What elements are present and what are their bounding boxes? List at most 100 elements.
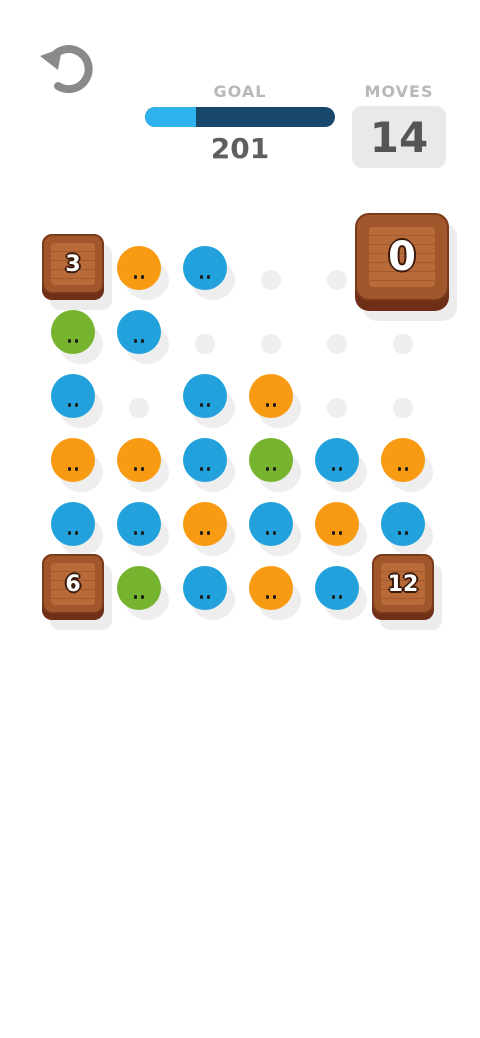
green-ball[interactable] [51, 310, 103, 364]
ball-body [249, 374, 293, 418]
orange-ball[interactable] [117, 246, 169, 300]
orange-ball[interactable] [381, 438, 433, 492]
ball-eye [207, 403, 210, 407]
ball-body [51, 310, 95, 354]
orange-ball[interactable] [117, 438, 169, 492]
crate-counter: 12 [387, 571, 419, 597]
orange-ball[interactable] [315, 502, 367, 556]
empty-cell[interactable] [195, 334, 215, 354]
ball-body [249, 438, 293, 482]
ball-eye [273, 595, 276, 599]
empty-cell[interactable] [327, 398, 347, 418]
blue-ball[interactable] [117, 502, 169, 556]
green-ball[interactable] [117, 566, 169, 620]
blue-ball[interactable] [249, 502, 301, 556]
blue-ball[interactable] [315, 566, 367, 620]
ball-eye [141, 531, 144, 535]
empty-cell[interactable] [393, 334, 413, 354]
blue-ball[interactable] [315, 438, 367, 492]
wooden-crate: 3 [42, 234, 114, 310]
ball-eye [207, 467, 210, 471]
empty-cell[interactable] [327, 270, 347, 290]
ball-body [183, 246, 227, 290]
ball-eye [332, 595, 335, 599]
ball-eye [332, 531, 335, 535]
ball-body [315, 566, 359, 610]
ball-eye [134, 531, 137, 535]
ball-body [51, 374, 95, 418]
blue-ball[interactable] [381, 502, 433, 556]
ball-body [51, 438, 95, 482]
ball-eye [405, 531, 408, 535]
ball-eye [134, 595, 137, 599]
ball-eye [266, 531, 269, 535]
ball-eye [75, 467, 78, 471]
empty-cell[interactable] [393, 398, 413, 418]
ball-body [183, 438, 227, 482]
empty-cell[interactable] [129, 398, 149, 418]
ball-eye [68, 467, 71, 471]
ball-eye [141, 339, 144, 343]
ball-eye [141, 467, 144, 471]
orange-ball[interactable] [183, 502, 235, 556]
ball-eye [207, 275, 210, 279]
blue-ball[interactable] [183, 374, 235, 428]
ball-eye [134, 275, 137, 279]
ball-eye [68, 339, 71, 343]
ball-eye [332, 467, 335, 471]
ball-eye [200, 275, 203, 279]
ball-body [249, 502, 293, 546]
blue-ball[interactable] [117, 310, 169, 364]
ball-eye [68, 531, 71, 535]
ball-eye [398, 467, 401, 471]
blue-ball[interactable] [183, 566, 235, 620]
ball-eye [75, 531, 78, 535]
ball-eye [200, 595, 203, 599]
ball-body [117, 566, 161, 610]
blue-ball[interactable] [51, 502, 103, 556]
ball-eye [68, 403, 71, 407]
empty-cell[interactable] [261, 334, 281, 354]
crate-counter: 0 [388, 234, 416, 280]
green-ball[interactable] [249, 438, 301, 492]
blue-ball[interactable] [183, 246, 235, 300]
blue-ball[interactable] [51, 374, 103, 428]
blue-ball[interactable] [183, 438, 235, 492]
ball-body [51, 502, 95, 546]
ball-eye [200, 403, 203, 407]
orange-ball[interactable] [51, 438, 103, 492]
ball-eye [273, 403, 276, 407]
ball-body [117, 246, 161, 290]
wooden-crate: 0 [355, 213, 459, 321]
ball-eye [266, 403, 269, 407]
game-board: 3 0 6 12 [0, 0, 480, 1038]
wooden-crate: 12 [372, 554, 444, 630]
ball-eye [200, 531, 203, 535]
ball-body [183, 374, 227, 418]
crate-counter: 6 [65, 571, 81, 597]
ball-body [117, 438, 161, 482]
ball-eye [75, 339, 78, 343]
ball-eye [207, 595, 210, 599]
wooden-crate: 6 [42, 554, 114, 630]
ball-eye [339, 467, 342, 471]
ball-eye [266, 467, 269, 471]
ball-eye [200, 467, 203, 471]
ball-eye [75, 403, 78, 407]
ball-eye [273, 467, 276, 471]
ball-eye [405, 467, 408, 471]
orange-ball[interactable] [249, 566, 301, 620]
ball-body [381, 502, 425, 546]
ball-eye [141, 275, 144, 279]
ball-body [183, 566, 227, 610]
ball-eye [339, 531, 342, 535]
empty-cell[interactable] [261, 270, 281, 290]
ball-eye [134, 467, 137, 471]
ball-eye [398, 531, 401, 535]
ball-eye [273, 531, 276, 535]
orange-ball[interactable] [249, 374, 301, 428]
ball-eye [141, 595, 144, 599]
crate-counter: 3 [65, 251, 81, 277]
empty-cell[interactable] [327, 334, 347, 354]
ball-body [381, 438, 425, 482]
